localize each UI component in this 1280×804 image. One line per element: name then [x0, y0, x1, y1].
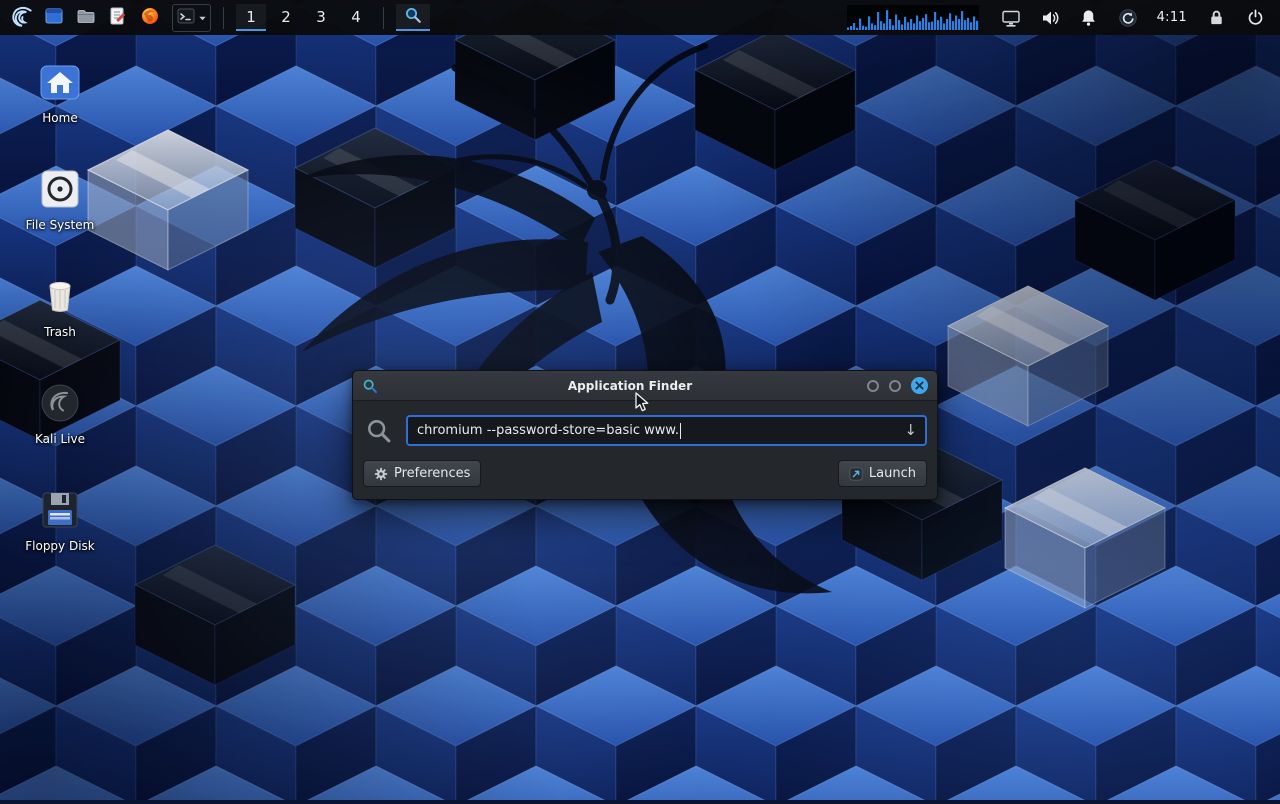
file-manager-button[interactable] [72, 4, 99, 31]
workspace-1[interactable]: 1 [236, 4, 266, 31]
preferences-button[interactable]: Preferences [363, 460, 481, 487]
mouse-cursor [634, 392, 654, 414]
minimize-button[interactable] [867, 380, 879, 392]
desktop-launcher-button[interactable] [40, 4, 67, 31]
workspace-3[interactable]: 3 [306, 4, 336, 31]
terminal-launcher[interactable] [172, 4, 211, 32]
clock[interactable]: 4:11 [1157, 10, 1187, 25]
desktop-icon-home[interactable]: Home [12, 58, 108, 125]
desktop-icon-kali-live[interactable]: Kali Live [12, 379, 108, 446]
floppy-disk-icon [12, 486, 108, 534]
close-icon [915, 381, 924, 390]
taskbar-application-finder[interactable] [396, 4, 430, 31]
search-input[interactable]: chromium --password-store=basic www. ↓ [406, 415, 927, 446]
desktop-icon-label: Home [12, 111, 108, 125]
gear-icon [374, 467, 388, 481]
launch-button[interactable]: Launch [838, 460, 927, 487]
maximize-button[interactable] [889, 380, 901, 392]
appfinder-icon [404, 6, 422, 28]
launch-label: Launch [869, 466, 916, 481]
web-browser-button[interactable] [136, 4, 163, 31]
preferences-label: Preferences [394, 466, 470, 481]
text-editor-button[interactable] [104, 4, 131, 31]
desktop-icon-floppy-disk[interactable]: Floppy Disk [12, 486, 108, 553]
search-query-text: chromium --password-store=basic www. [417, 423, 679, 438]
cpu-graph[interactable] [847, 5, 979, 31]
window-title: Application Finder [413, 379, 847, 393]
history-dropdown-icon[interactable]: ↓ [904, 423, 917, 438]
launch-icon [849, 467, 863, 481]
workspace-4[interactable]: 4 [341, 4, 371, 31]
text-caret [680, 423, 681, 439]
chevron-down-icon [198, 8, 207, 27]
update-indicator-icon[interactable] [1116, 6, 1140, 30]
workspace-2[interactable]: 2 [271, 4, 301, 31]
kali-live-icon [12, 379, 108, 427]
desktop-icon-file-system[interactable]: File System [12, 165, 108, 232]
search-icon [363, 417, 395, 445]
desktop-icon-label: Trash [12, 325, 108, 339]
panel-separator [383, 7, 384, 29]
notifications-icon[interactable] [1077, 6, 1101, 30]
panel-separator [223, 7, 224, 29]
firefox-icon [140, 6, 160, 30]
appfinder-window-icon [362, 378, 378, 394]
desktop-icon-label: Kali Live [12, 432, 108, 446]
window-icon [44, 6, 64, 30]
terminal-icon [176, 6, 196, 30]
folder-icon [76, 6, 96, 30]
trash-icon [12, 272, 108, 320]
home-icon [12, 58, 108, 106]
volume-icon[interactable] [1038, 6, 1062, 30]
text-editor-icon [108, 6, 128, 30]
applications-menu-button[interactable] [8, 4, 35, 31]
kali-menu-icon [9, 3, 35, 33]
filesystem-icon [12, 165, 108, 213]
desktop-icon-label: Floppy Disk [12, 539, 108, 553]
lock-icon[interactable] [1204, 6, 1228, 30]
close-button[interactable] [911, 377, 928, 394]
top-panel: 1 2 3 4 [0, 0, 1280, 35]
window-body: chromium --password-store=basic www. ↓ [353, 401, 937, 499]
desktop-icon-trash[interactable]: Trash [12, 272, 108, 339]
display-icon[interactable] [999, 6, 1023, 30]
power-icon[interactable] [1243, 6, 1267, 30]
application-finder-window: Application Finder chromium --password-s… [352, 370, 938, 500]
desktop-icon-label: File System [12, 218, 108, 232]
